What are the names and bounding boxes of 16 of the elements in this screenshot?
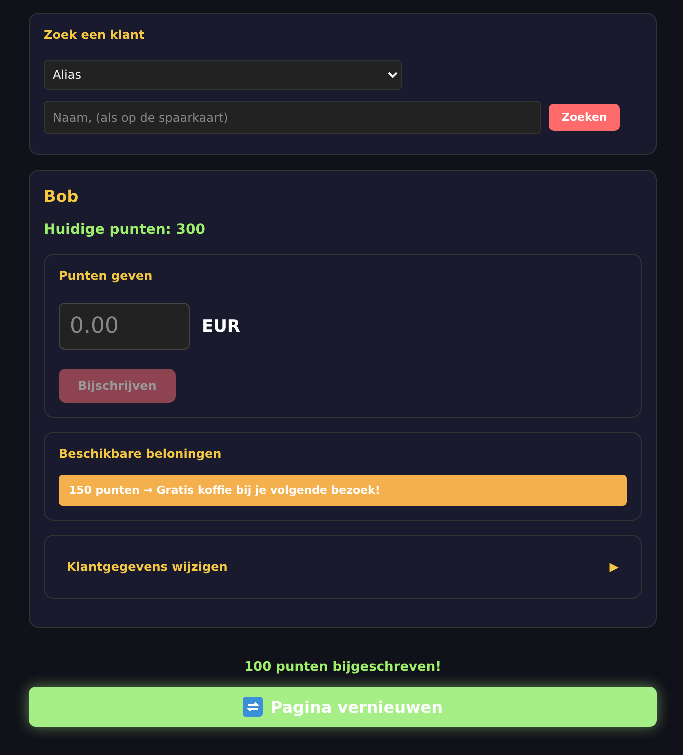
customer-name: Bob (44, 187, 80, 206)
currency-label: EUR (202, 316, 241, 336)
amount-field[interactable]: 0.00 (59, 303, 190, 350)
name-field[interactable]: Naam, (als op de spaarkaart) (44, 101, 541, 134)
reward-item: 150 punten → Gratis koffie bij je volgende bezoek! (59, 475, 627, 506)
section-title: Zoek een klant (44, 28, 146, 42)
refresh-icon (242, 697, 263, 717)
expand-arrow: ▶ (610, 560, 619, 574)
edit-details-toggle[interactable]: Klantgegevens wijzigen ▶ (44, 535, 642, 599)
search-button[interactable]: Zoeken (549, 104, 620, 131)
alias-select[interactable]: Alias (44, 60, 402, 90)
section-title: Beschikbare beloningen (59, 447, 223, 461)
section-title: Klantgegevens wijzigen (67, 560, 228, 574)
points-total: Huidige punten: 300 (44, 222, 206, 238)
section-title: Punten geven (59, 269, 154, 283)
status-message: 100 punten bijgeschreven! (243, 660, 443, 675)
